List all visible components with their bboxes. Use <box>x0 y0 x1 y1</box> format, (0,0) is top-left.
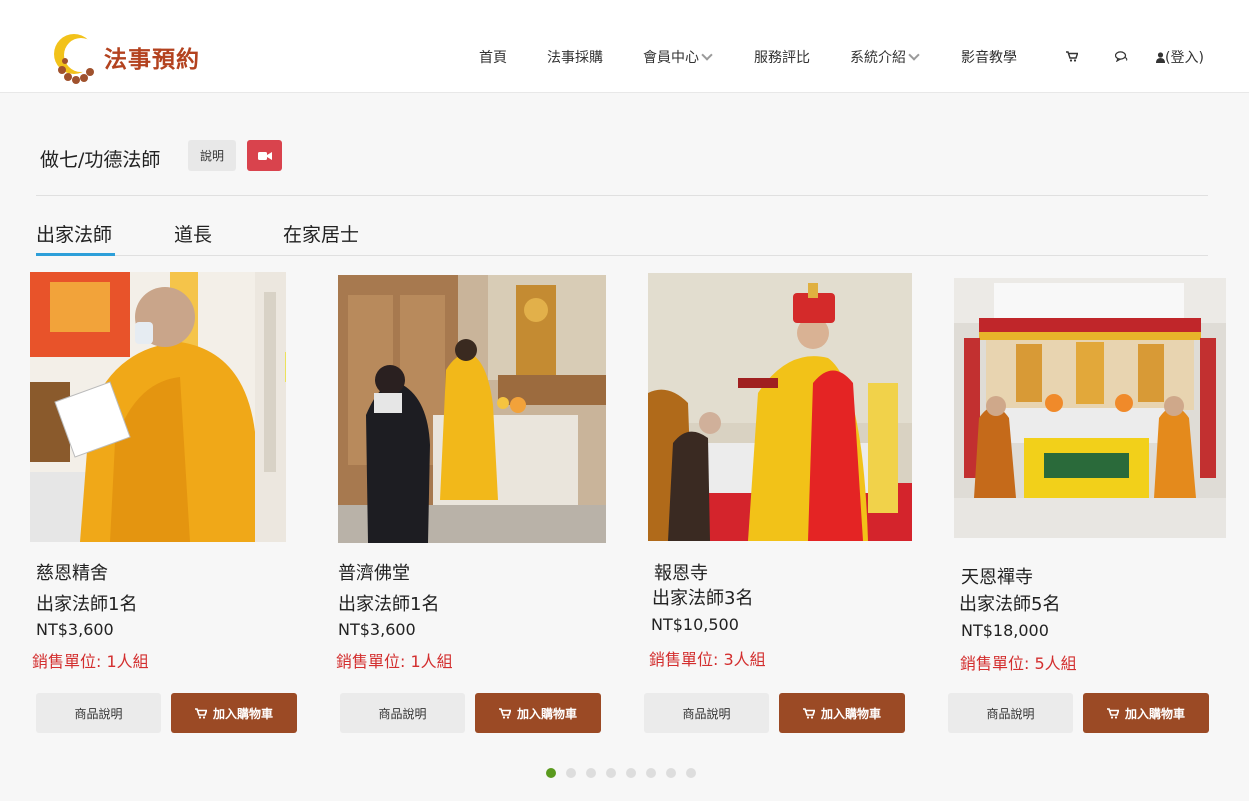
product-title: 出家法師1名 <box>338 594 440 615</box>
chevron-down-icon <box>701 49 713 61</box>
product-image[interactable] <box>338 275 606 543</box>
divider <box>36 195 1208 196</box>
add-to-cart-button[interactable]: 加入購物車 <box>171 693 297 733</box>
carousel-dot[interactable] <box>686 768 696 778</box>
cart-icon <box>802 707 815 719</box>
product-price: NT$3,600 <box>338 620 416 639</box>
nav-video[interactable]: 影音教學 <box>961 47 1017 67</box>
tab-monk[interactable]: 出家法師 <box>36 220 112 247</box>
product-temple: 天恩禪寺 <box>961 567 1033 588</box>
nav-member-label: 會員中心 <box>643 50 699 66</box>
cart-icon <box>1106 707 1119 719</box>
product-info-button[interactable]: 商品說明 <box>340 693 465 733</box>
add-to-cart-label: 加入購物車 <box>820 706 881 721</box>
product-unit: 銷售單位: 1人組 <box>336 652 453 671</box>
carousel-dot[interactable] <box>566 768 576 778</box>
carousel-dot[interactable] <box>646 768 656 778</box>
description-button[interactable]: 說明 <box>188 140 236 171</box>
product-info-button[interactable]: 商品說明 <box>36 693 161 733</box>
chat-icon[interactable] <box>1114 50 1128 66</box>
active-tab-indicator <box>36 253 115 256</box>
product-title: 出家法師5名 <box>959 594 1061 615</box>
login-link[interactable]: (登入) <box>1156 47 1204 67</box>
carousel-dot[interactable] <box>606 768 616 778</box>
nav-system[interactable]: 系統介紹 <box>850 47 920 67</box>
nav-review[interactable]: 服務評比 <box>754 47 810 67</box>
product-temple: 慈恩精舍 <box>36 563 108 584</box>
product-price: NT$3,600 <box>36 620 114 639</box>
carousel-pagination <box>546 768 706 778</box>
main-nav: 首頁 法事採購 會員中心 服務評比 系統介紹 影音教學 (登入) <box>0 47 1249 67</box>
video-camera-icon <box>257 151 272 160</box>
tab-taoist[interactable]: 道長 <box>174 220 212 247</box>
login-label: (登入) <box>1165 50 1204 66</box>
product-unit: 銷售單位: 1人組 <box>32 652 149 671</box>
add-to-cart-label: 加入購物車 <box>516 706 577 721</box>
user-icon <box>1156 52 1165 63</box>
video-button[interactable] <box>247 140 282 171</box>
nav-home[interactable]: 首頁 <box>479 47 507 67</box>
add-to-cart-label: 加入購物車 <box>212 706 273 721</box>
carousel-dot[interactable] <box>626 768 636 778</box>
add-to-cart-button[interactable]: 加入購物車 <box>1083 693 1209 733</box>
product-temple: 普濟佛堂 <box>338 563 410 584</box>
add-to-cart-label: 加入購物車 <box>1124 706 1185 721</box>
carousel-dot[interactable] <box>586 768 596 778</box>
chevron-down-icon <box>908 49 920 61</box>
site-header: 法事預約 首頁 法事採購 會員中心 服務評比 系統介紹 影音教學 (登入) <box>0 0 1249 93</box>
product-image[interactable] <box>648 273 912 541</box>
product-unit: 銷售單位: 5人組 <box>960 654 1077 673</box>
product-info-button[interactable]: 商品說明 <box>644 693 769 733</box>
carousel-dot[interactable] <box>546 768 556 778</box>
cart-icon <box>498 707 511 719</box>
product-price: NT$18,000 <box>961 621 1049 640</box>
nav-member[interactable]: 會員中心 <box>643 47 713 67</box>
nav-system-label: 系統介紹 <box>850 50 906 66</box>
cart-icon <box>194 707 207 719</box>
page-title: 做七/功德法師 <box>40 149 161 171</box>
carousel-dot[interactable] <box>666 768 676 778</box>
add-to-cart-button[interactable]: 加入購物車 <box>779 693 905 733</box>
product-unit: 銷售單位: 3人組 <box>649 650 766 669</box>
product-price: NT$10,500 <box>651 615 739 634</box>
product-info-button[interactable]: 商品說明 <box>948 693 1073 733</box>
tab-lay-buddhist[interactable]: 在家居士 <box>283 220 359 247</box>
product-title: 出家法師1名 <box>36 594 138 615</box>
product-image[interactable] <box>30 272 286 542</box>
product-image[interactable] <box>954 278 1226 538</box>
product-title: 出家法師3名 <box>652 588 754 609</box>
tabs-divider <box>36 255 1208 256</box>
add-to-cart-button[interactable]: 加入購物車 <box>475 693 601 733</box>
product-temple: 報恩寺 <box>654 563 708 584</box>
nav-purchase[interactable]: 法事採購 <box>547 47 603 67</box>
cart-icon[interactable] <box>1066 50 1079 66</box>
